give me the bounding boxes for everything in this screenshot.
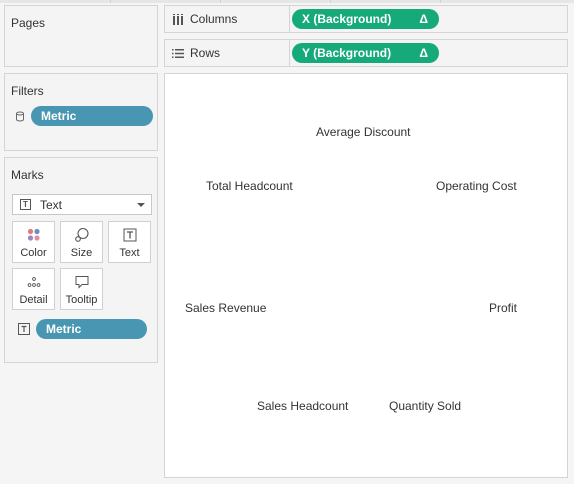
canvas-label-total-headcount[interactable]: Total Headcount — [206, 179, 293, 193]
columns-shelf[interactable]: Columns X (Background) Δ — [164, 5, 568, 33]
mark-type-dropdown[interactable]: T Text — [12, 194, 152, 215]
tooltip-icon — [74, 274, 90, 290]
pages-card[interactable]: Pages — [4, 5, 158, 67]
mark-type-label: Text — [40, 198, 63, 212]
size-button[interactable]: Size — [60, 221, 103, 263]
chevron-down-icon — [137, 203, 145, 207]
tooltip-button-label: Tooltip — [65, 294, 98, 306]
columns-pill-label: X (Background) — [302, 12, 392, 26]
text-icon — [18, 323, 30, 335]
marks-field-pill-metric[interactable]: Metric — [36, 319, 147, 339]
columns-label: Columns — [190, 12, 238, 26]
rows-icon — [172, 48, 184, 59]
rows-label: Rows — [190, 46, 221, 60]
delta-icon: Δ — [419, 46, 428, 60]
tooltip-button[interactable]: Tooltip — [60, 268, 103, 310]
detail-dots-icon — [26, 274, 42, 290]
marks-card[interactable]: Marks T Text Color Size Text Detail Tool… — [4, 157, 158, 363]
color-button-label: Color — [20, 247, 47, 259]
rows-pill-label: Y (Background) — [302, 46, 392, 60]
columns-pill-x-background[interactable]: X (Background) Δ — [292, 9, 439, 29]
marks-title: Marks — [11, 168, 44, 182]
canvas-label-operating-cost[interactable]: Operating Cost — [436, 179, 517, 193]
canvas-label-sales-headcount[interactable]: Sales Headcount — [257, 399, 348, 413]
text-icon — [122, 227, 138, 243]
filters-title: Filters — [11, 84, 44, 98]
text-button[interactable]: Text — [108, 221, 151, 263]
shelf-divider — [289, 6, 290, 32]
delta-icon: Δ — [419, 12, 428, 26]
detail-button-label: Detail — [19, 294, 48, 306]
pages-title: Pages — [11, 16, 46, 30]
rows-shelf[interactable]: Rows Y (Background) Δ — [164, 39, 568, 67]
rows-pill-y-background[interactable]: Y (Background) Δ — [292, 43, 439, 63]
canvas-label-quantity-sold[interactable]: Quantity Sold — [389, 399, 461, 413]
shelf-divider — [289, 40, 290, 66]
detail-button[interactable]: Detail — [12, 268, 55, 310]
filters-card[interactable]: Filters Metric — [4, 73, 158, 151]
canvas-label-sales-revenue[interactable]: Sales Revenue — [185, 301, 266, 315]
color-button[interactable]: Color — [12, 221, 55, 263]
database-icon — [15, 111, 25, 122]
size-button-label: Size — [70, 247, 93, 259]
text-icon: T — [20, 199, 31, 210]
canvas-label-average-discount[interactable]: Average Discount — [316, 125, 411, 139]
size-icon — [74, 227, 90, 243]
color-dots-icon — [26, 227, 42, 243]
filter-pill-metric[interactable]: Metric — [31, 106, 153, 126]
view-canvas[interactable]: Average Discount Total Headcount Operati… — [164, 73, 568, 478]
canvas-label-profit[interactable]: Profit — [489, 301, 517, 315]
columns-icon — [172, 14, 184, 25]
text-button-label: Text — [119, 247, 140, 259]
top-strip — [0, 0, 574, 3]
